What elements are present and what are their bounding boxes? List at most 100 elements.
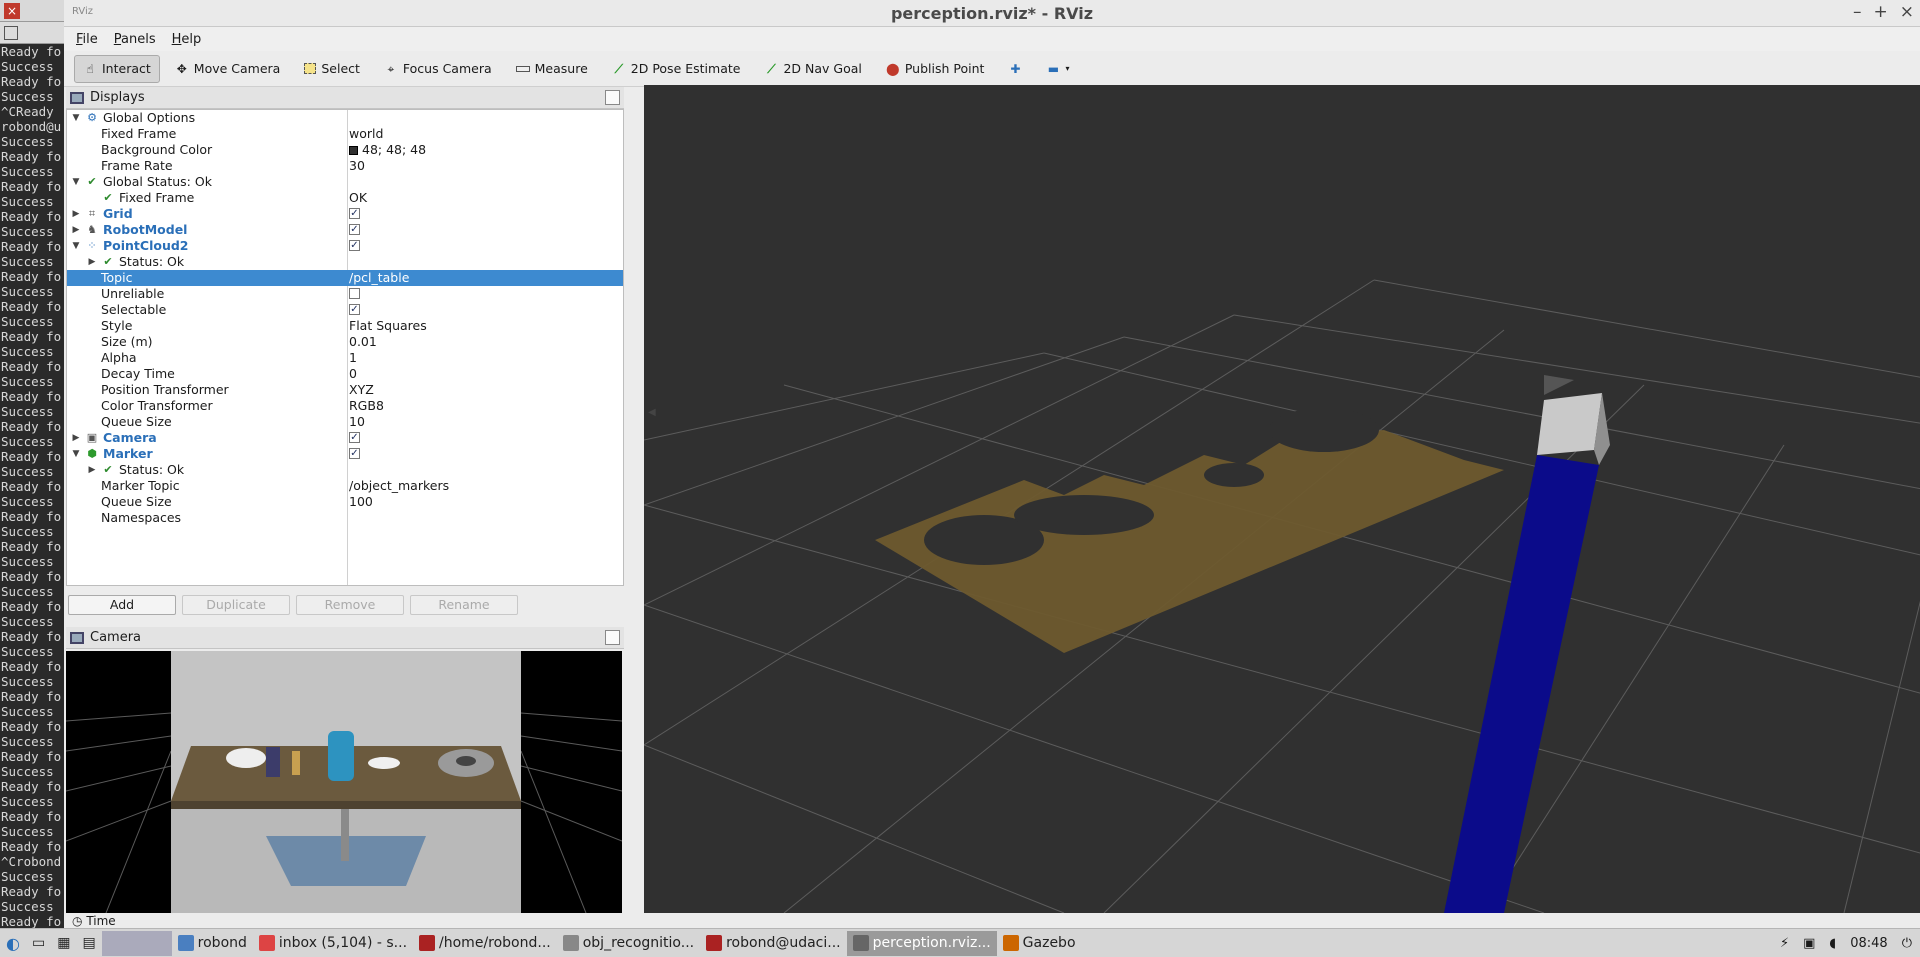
color-swatch[interactable] [349,146,358,155]
enable-checkbox[interactable]: ✓ [349,208,360,219]
display-row-unreliable[interactable]: Unreliable [67,286,623,302]
rename-button[interactable]: Rename [410,595,518,615]
select-tool-button[interactable]: Select [295,55,369,83]
volume-icon[interactable]: ◖ [1829,936,1836,951]
menu-panels[interactable]: Panels [108,30,162,49]
display-row-decay-time[interactable]: Decay Time 0 [67,366,623,382]
terminal-launcher-icon[interactable]: ▤ [76,931,101,956]
display-row-pointcloud2[interactable]: ▼ ⁘ PointCloud2 ✓ [67,238,623,254]
grid-icon[interactable] [4,26,18,40]
pose-estimate-tool-button[interactable]: ⟋ 2D Pose Estimate [603,55,750,83]
camera-image-view[interactable] [66,651,622,913]
remove-button[interactable]: Remove [296,595,404,615]
duplicate-button[interactable]: Duplicate [182,595,290,615]
enable-checkbox[interactable]: ✓ [349,448,360,459]
display-row-marker[interactable]: ▼ ⬢ Marker ✓ [67,446,623,462]
display-row-background-color[interactable]: Background Color 48; 48; 48 [67,142,623,158]
network-icon[interactable]: ▣ [1803,936,1815,951]
display-row-robotmodel[interactable]: ▶ ♞ RobotModel ✓ [67,222,623,238]
taskbar-app-button[interactable]: robond@udaci... [700,931,847,956]
property-value[interactable]: 30 [349,158,365,174]
display-row-status-ok[interactable]: ▶ ✔ Status: Ok [67,462,623,478]
maximize-icon[interactable]: + [1874,2,1888,22]
start-menu-icon[interactable]: ◐ [0,931,26,956]
display-row-topic[interactable]: Topic/pcl_table [67,270,623,286]
enable-checkbox[interactable]: ✓ [349,240,360,251]
enable-checkbox[interactable]: ✓ [349,304,360,315]
taskbar-app-button[interactable]: robond [172,931,253,956]
display-row-fixed-frame[interactable]: ✔ Fixed Frame OK [67,190,623,206]
display-row-global-status-ok[interactable]: ▼ ✔ Global Status: Ok [67,174,623,190]
taskbar-app-button[interactable]: inbox (5,104) - s... [253,931,413,956]
display-row-camera[interactable]: ▶ ▣ Camera ✓ [67,430,623,446]
property-value[interactable]: 48; 48; 48 [349,142,426,158]
property-value[interactable]: XYZ [349,382,374,398]
power-plug-icon[interactable]: ⚡ [1780,936,1789,951]
close-icon[interactable]: × [1900,2,1914,22]
expand-down-arrow-icon[interactable]: ▼ [71,446,81,462]
display-row-color-transformer[interactable]: Color Transformer RGB8 [67,398,623,414]
display-row-queue-size[interactable]: Queue Size 10 [67,414,623,430]
taskbar-app-button[interactable]: Gazebo [997,931,1082,956]
render-3d-view[interactable]: ◀ ◀ [644,85,1920,913]
display-row-position-transformer[interactable]: Position Transformer XYZ [67,382,623,398]
property-value[interactable]: world [349,126,383,142]
file-manager-icon[interactable]: ▦ [51,931,76,956]
property-value[interactable]: 100 [349,494,373,510]
expand-right-arrow-icon[interactable]: ▶ [71,430,81,446]
property-value[interactable]: Flat Squares [349,318,427,334]
display-row-grid[interactable]: ▶ ⌗ Grid ✓ [67,206,623,222]
interact-tool-button[interactable]: ☝ Interact [74,54,160,83]
display-row-global-options[interactable]: ▼ ⚙ Global Options [67,110,623,126]
enable-checkbox[interactable]: ✓ [349,432,360,443]
display-row-selectable[interactable]: Selectable ✓ [67,302,623,318]
display-row-style[interactable]: Style Flat Squares [67,318,623,334]
taskbar-app-button[interactable]: perception.rviz... [846,930,997,956]
publish-point-tool-button[interactable]: ⬤ Publish Point [877,55,994,83]
menu-file[interactable]: File [70,30,104,49]
menu-help[interactable]: Help [166,30,208,49]
add-tool-button[interactable]: ✚ [999,55,1031,83]
display-row-frame-rate[interactable]: Frame Rate 30 [67,158,623,174]
taskbar-app-button[interactable]: obj_recognitio... [557,931,700,956]
dropdown-arrow-icon[interactable]: ▾ [1065,64,1069,73]
expand-down-arrow-icon[interactable]: ▼ [71,174,81,190]
expand-right-arrow-icon[interactable]: ▶ [87,254,97,270]
property-value[interactable]: 1 [349,350,357,366]
workspace-switcher[interactable] [101,930,172,956]
close-icon[interactable]: × [4,3,20,19]
property-value[interactable]: 0.01 [349,334,377,350]
panel-close-button[interactable] [605,90,620,105]
display-row-size-m[interactable]: Size (m) 0.01 [67,334,623,350]
property-value[interactable]: 10 [349,414,365,430]
expand-right-arrow-icon[interactable]: ▶ [87,462,97,478]
display-row-alpha[interactable]: Alpha 1 [67,350,623,366]
property-value[interactable]: RGB8 [349,398,384,414]
enable-checkbox[interactable] [349,288,360,299]
add-button[interactable]: Add [68,595,176,615]
power-icon[interactable]: ⏻ [1902,936,1912,951]
expand-down-arrow-icon[interactable]: ▼ [71,110,81,126]
expand-right-arrow-icon[interactable]: ▶ [71,206,81,222]
display-row-queue-size[interactable]: Queue Size 100 [67,494,623,510]
focus-camera-tool-button[interactable]: ⌖ Focus Camera [375,55,501,83]
property-value[interactable]: OK [349,190,367,206]
property-value[interactable]: /pcl_table [349,270,409,286]
expand-right-arrow-icon[interactable]: ▶ [71,222,81,238]
measure-tool-button[interactable]: Measure [507,55,597,83]
expand-down-arrow-icon[interactable]: ▼ [71,238,81,254]
display-row-status-ok[interactable]: ▶ ✔ Status: Ok [67,254,623,270]
property-value[interactable]: 0 [349,366,357,382]
property-value[interactable]: /object_markers [349,478,449,494]
minimize-icon[interactable]: – [1853,2,1862,22]
enable-checkbox[interactable]: ✓ [349,224,360,235]
panel-close-button[interactable] [605,630,620,645]
display-row-marker-topic[interactable]: Marker Topic/object_markers [67,478,623,494]
left-collapse-arrow-icon[interactable]: ◀ [648,407,656,418]
display-row-namespaces[interactable]: Namespaces [67,510,623,526]
nav-goal-tool-button[interactable]: ⟋ 2D Nav Goal [755,55,870,83]
display-row-fixed-frame[interactable]: Fixed Frame world [67,126,623,142]
taskbar-app-button[interactable]: /home/robond... [413,931,557,956]
remove-tool-button[interactable]: ▬ ▾ [1037,55,1078,83]
show-desktop-icon[interactable]: ▭ [26,931,51,956]
